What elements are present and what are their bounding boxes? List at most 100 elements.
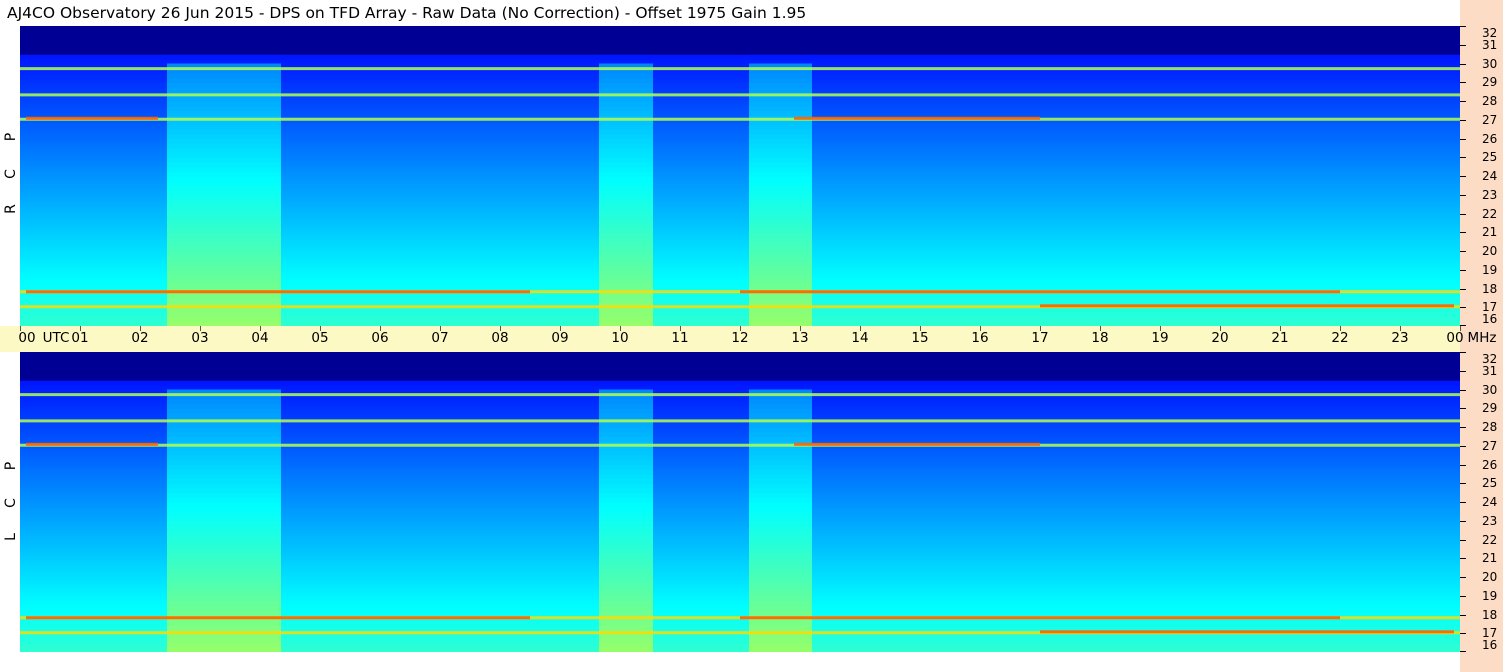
freq-tick <box>1460 633 1466 635</box>
rcp-vertical-band-1 <box>599 124 653 130</box>
lcp-vertical-band-1 <box>599 511 653 517</box>
rcp-vertical-band-0 <box>167 246 281 252</box>
lcp-vertical-band-1 <box>599 605 653 611</box>
rcp-vertical-band-0 <box>167 274 281 280</box>
lcp-vertical-band-2 <box>749 530 812 536</box>
rcp-hot-segment-1 <box>794 116 1040 120</box>
freq-label: 17 <box>1482 300 1498 315</box>
rcp-vertical-band-0 <box>167 133 281 139</box>
lcp-vertical-band-2 <box>749 553 812 559</box>
lcp-vertical-band-0 <box>167 637 281 644</box>
rcp-vertical-band-0 <box>167 161 281 168</box>
rcp-vertical-band-0 <box>167 152 281 158</box>
lcp-band-3 <box>20 419 1460 423</box>
lcp-hot-segment-2 <box>740 616 1340 620</box>
rcp-vertical-band-2 <box>749 180 812 186</box>
lcp-vertical-band-0 <box>167 431 281 437</box>
mhz-unit-label: MHz <box>1467 330 1497 346</box>
time-axis: 00 01 02 03 04 05 06 07 08 09 10 11 12 13 14 15 16 17 18 19… <box>0 326 1496 352</box>
hour-label: 09 <box>551 330 569 346</box>
rcp-vertical-band-2 <box>749 190 812 196</box>
rcp-vertical-band-1 <box>599 152 653 158</box>
rcp-vertical-band-2 <box>749 297 812 304</box>
rcp-vertical-band-1 <box>599 311 653 318</box>
freq-tick <box>1460 614 1466 616</box>
lcp-vertical-band-2 <box>749 412 812 419</box>
hour-label: 21 <box>1271 330 1289 346</box>
rcp-bg-row <box>20 26 1460 29</box>
rcp-vertical-band-0 <box>167 180 281 186</box>
lcp-vertical-band-2 <box>749 431 812 437</box>
lcp-vertical-band-2 <box>749 403 812 409</box>
rcp-vertical-band-2 <box>749 236 812 243</box>
lcp-vertical-band-0 <box>167 506 281 512</box>
rcp-vertical-band-1 <box>599 293 653 299</box>
rcp-vertical-band-1 <box>599 218 653 224</box>
hour-label: 00 <box>1446 330 1464 346</box>
lcp-vertical-band-2 <box>749 595 812 601</box>
rcp-vertical-band-2 <box>749 152 812 158</box>
rcp-vertical-band-2 <box>749 86 812 93</box>
lcp-vertical-band-1 <box>599 539 653 545</box>
lcp-vertical-band-1 <box>599 506 653 512</box>
rcp-vertical-band-0 <box>167 293 281 299</box>
rcp-vertical-band-0 <box>167 208 281 214</box>
lcp-vertical-band-1 <box>599 562 653 569</box>
freq-label: 21 <box>1482 551 1498 566</box>
lcp-spectrogram <box>20 352 1460 652</box>
lcp-vertical-band-0 <box>167 567 281 573</box>
rcp-vertical-band-1 <box>599 297 653 304</box>
freq-tick <box>1460 63 1466 65</box>
lcp-vertical-band-1 <box>599 497 653 503</box>
lcp-vertical-band-1 <box>599 450 653 456</box>
rcp-vertical-band-0 <box>167 232 281 238</box>
rcp-vertical-band-1 <box>599 269 653 275</box>
rcp-vertical-band-1 <box>599 110 653 116</box>
lcp-vertical-band-1 <box>599 483 653 489</box>
lcp-vertical-band-1 <box>599 548 653 555</box>
lcp-vertical-band-1 <box>599 398 653 405</box>
freq-label: 24 <box>1482 169 1498 183</box>
lcp-vertical-band-0 <box>167 473 281 480</box>
rcp-hot-segment-0 <box>26 116 158 120</box>
lcp-vertical-band-1 <box>599 609 653 615</box>
lcp-vertical-band-0 <box>167 455 281 461</box>
rcp-band-2 <box>20 117 1460 121</box>
rcp-frequency-axis: 16 17 18 19 20 21 22 23 24 25 26 27 28 29 30 31 32 <box>1460 26 1503 326</box>
rcp-vertical-band-1 <box>599 161 653 168</box>
rcp-vertical-band-1 <box>599 171 653 177</box>
lcp-vertical-band-1 <box>599 422 653 428</box>
freq-tick <box>1460 558 1466 560</box>
lcp-vertical-band-1 <box>599 637 653 644</box>
lcp-vertical-band-1 <box>599 595 653 601</box>
hour-label: 23 <box>1391 330 1409 346</box>
rcp-vertical-band-2 <box>749 157 812 163</box>
lcp-vertical-band-1 <box>599 502 653 508</box>
rcp-vertical-band-1 <box>599 204 653 210</box>
freq-tick <box>1460 119 1466 121</box>
lcp-vertical-band-0 <box>167 553 281 559</box>
lcp-vertical-band-0 <box>167 497 281 503</box>
rcp-vertical-band-0 <box>167 157 281 163</box>
hour-label: 00 <box>18 330 36 346</box>
freq-label: 18 <box>1482 607 1498 622</box>
rcp-vertical-band-0 <box>167 255 281 261</box>
rcp-vertical-band-0 <box>167 218 281 224</box>
rcp-vertical-band-1 <box>599 227 653 233</box>
lcp-vertical-band-1 <box>599 431 653 437</box>
rcp-vertical-band-2 <box>749 147 812 154</box>
rcp-vertical-band-2 <box>749 213 812 219</box>
lcp-vertical-band-1 <box>599 623 653 630</box>
hour-label: 05 <box>311 330 329 346</box>
rcp-vertical-band-2 <box>749 138 812 144</box>
lcp-vertical-band-0 <box>167 581 281 587</box>
freq-label: 28 <box>1482 94 1498 108</box>
freq-label: 30 <box>1482 382 1498 397</box>
rcp-letter-r2: R <box>3 204 19 214</box>
lcp-vertical-band-0 <box>167 605 281 611</box>
rcp-vertical-band-1 <box>599 105 653 111</box>
rcp-vertical-band-2 <box>749 176 812 182</box>
hour-label: 14 <box>851 330 869 346</box>
rcp-vertical-band-2 <box>749 251 812 257</box>
rcp-vertical-band-2 <box>749 72 812 79</box>
